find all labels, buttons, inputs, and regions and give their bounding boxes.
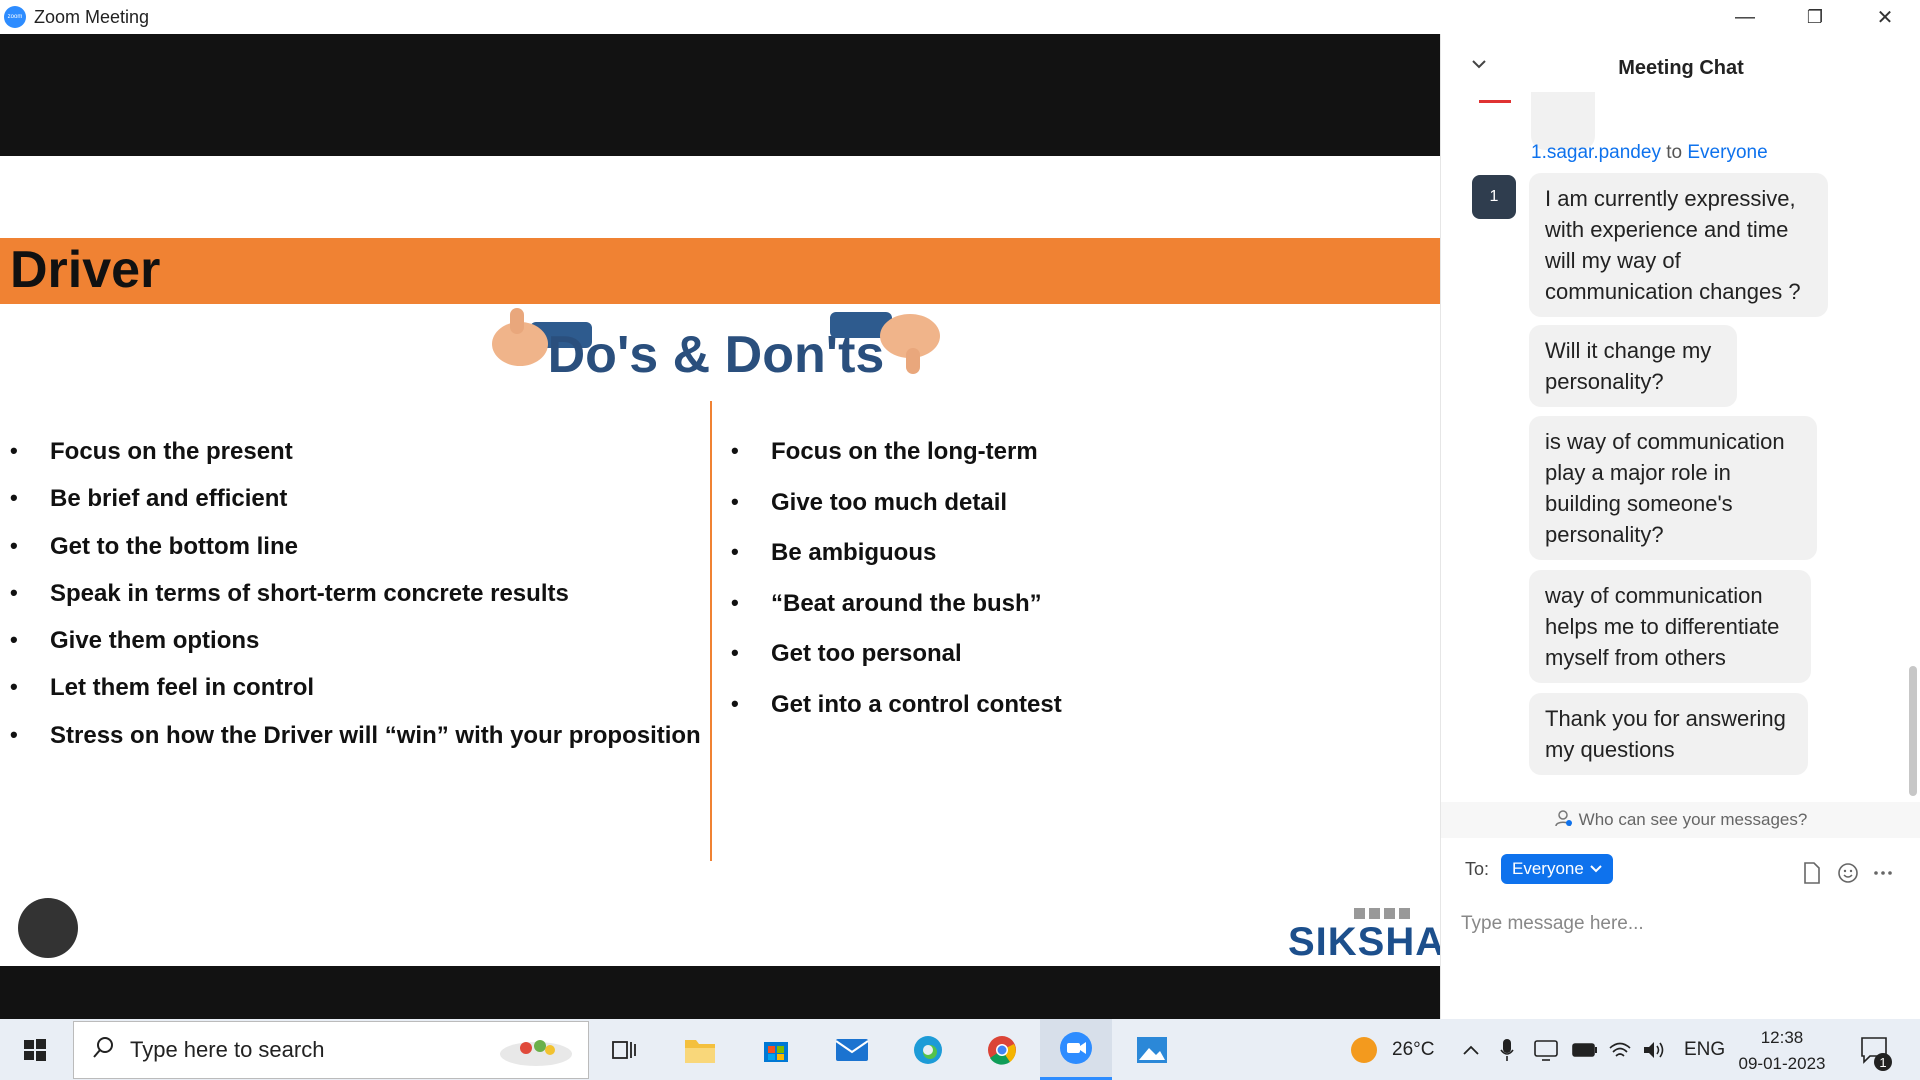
list-item: Speak in terms of short-term concrete re… [10,580,701,627]
chat-message[interactable]: is way of communication play a major rol… [1529,416,1817,560]
user-icon [1554,809,1573,832]
list-item: Focus on the long-term [731,438,1062,489]
window-title: Zoom Meeting [34,6,150,27]
chat-scrollbar[interactable] [1909,666,1917,796]
privacy-link[interactable]: Who can see your messages? [1441,802,1920,838]
edge-browser-icon[interactable] [906,1028,950,1072]
search-highlight-icon [496,1028,576,1073]
message-meta: 1.sagar.pandey to Everyone [1531,142,1768,164]
sender-name[interactable]: 1.sagar.pandey [1531,142,1661,163]
display-icon[interactable] [1534,1019,1558,1080]
privacy-text: Who can see your messages? [1578,810,1808,829]
language-indicator[interactable]: ENG [1684,1019,1725,1080]
prev-avatar-fragment [1479,100,1511,103]
chat-message[interactable]: I am currently expressive, with experien… [1529,173,1828,317]
notification-center[interactable]: 1 [1860,1019,1892,1080]
chat-message[interactable]: Will it change my personality? [1529,325,1737,407]
zoom-logo-icon: zoom [4,6,26,28]
list-item: Get too personal [731,640,1062,691]
srl-logo-icon [18,898,78,958]
slide-header-bar: Driver [0,238,1440,304]
close-button[interactable]: ✕ [1850,0,1920,34]
recipient-name[interactable]: Everyone [1687,142,1767,163]
zoom-taskbar-icon[interactable] [1040,1019,1112,1080]
file-explorer-icon[interactable] [678,1028,722,1072]
microphone-icon[interactable] [1500,1019,1514,1080]
volume-icon[interactable] [1642,1019,1666,1080]
recipient-row: To: Everyone [1465,854,1613,884]
emoji-icon[interactable] [1837,862,1859,890]
chat-title: Meeting Chat [1618,57,1744,79]
list-item: Be ambiguous [731,539,1062,590]
list-item: Give too much detail [731,489,1062,540]
to-label: To: [1465,858,1490,879]
weather-temp: 26°C [1392,1038,1435,1060]
windows-icon [24,1038,46,1061]
battery-icon[interactable] [1572,1019,1598,1080]
chevron-down-icon [1590,865,1602,873]
notification-badge: 1 [1874,1053,1892,1071]
file-icon[interactable] [1803,862,1821,890]
clock[interactable]: 12:38 09-01-2023 [1722,1025,1842,1077]
start-button[interactable] [0,1019,70,1080]
title-bar: zoom Zoom Meeting — ❐ ✕ [0,0,1920,34]
clock-time: 12:38 [1760,1028,1804,1047]
message-input[interactable] [1461,904,1901,944]
sun-icon [1351,1036,1377,1063]
dos-list: Focus on the present Be brief and effici… [10,438,701,769]
presentation-slide: Driver Do's & Don'ts Focus on the presen… [0,156,1444,966]
taskbar-search[interactable] [73,1021,589,1079]
column-divider [710,401,712,861]
chevron-up-icon[interactable] [1462,1019,1480,1080]
clock-date: 09-01-2023 [1738,1054,1826,1073]
list-item: “Beat around the bush” [731,590,1062,641]
windows-taskbar: 26°C ENG 12:38 09-01-2023 1 [0,1019,1920,1080]
chrome-browser-icon[interactable] [980,1028,1024,1072]
wifi-icon[interactable] [1608,1019,1632,1080]
minimize-button[interactable]: — [1710,0,1780,34]
search-icon [92,1035,116,1066]
siksha-logo: SIKSHA [1288,920,1446,964]
list-item: Get to the bottom line [10,533,701,580]
more-options-icon[interactable] [1873,862,1893,890]
microsoft-store-icon[interactable] [754,1028,798,1072]
list-item: Focus on the present [10,438,701,485]
donts-list: Focus on the long-term Give too much det… [731,438,1062,741]
search-input[interactable] [130,1037,490,1063]
recipient-dropdown[interactable]: Everyone [1501,854,1613,884]
list-item: Give them options [10,627,701,674]
meeting-chat-panel: Meeting Chat 1.sagar.pandey to Everyone … [1440,34,1920,1019]
chat-message[interactable]: way of communication helps me to differe… [1529,570,1811,683]
list-item: Be brief and efficient [10,485,701,532]
avatar[interactable]: 1 [1472,175,1516,219]
task-view-icon[interactable] [602,1028,646,1072]
to-word: to [1666,142,1683,163]
mail-icon[interactable] [830,1028,874,1072]
dos-donts-graphic: Do's & Don'ts [492,308,940,384]
chat-header: Meeting Chat [1441,34,1920,86]
photos-icon[interactable] [1130,1028,1174,1072]
weather-widget[interactable]: 26°C [1348,1019,1434,1080]
restore-button[interactable]: ❐ [1780,0,1850,34]
recipient-dropdown-label: Everyone [1512,859,1584,878]
chat-message[interactable]: Thank you for answering my questions [1529,693,1808,775]
slide-title: Driver [10,241,161,299]
list-item: Get into a control contest [731,691,1062,742]
shared-screen: Driver Do's & Don'ts Focus on the presen… [0,34,1444,1019]
list-item: Stress on how the Driver will “win” with… [10,722,701,769]
list-item: Let them feel in control [10,674,701,721]
